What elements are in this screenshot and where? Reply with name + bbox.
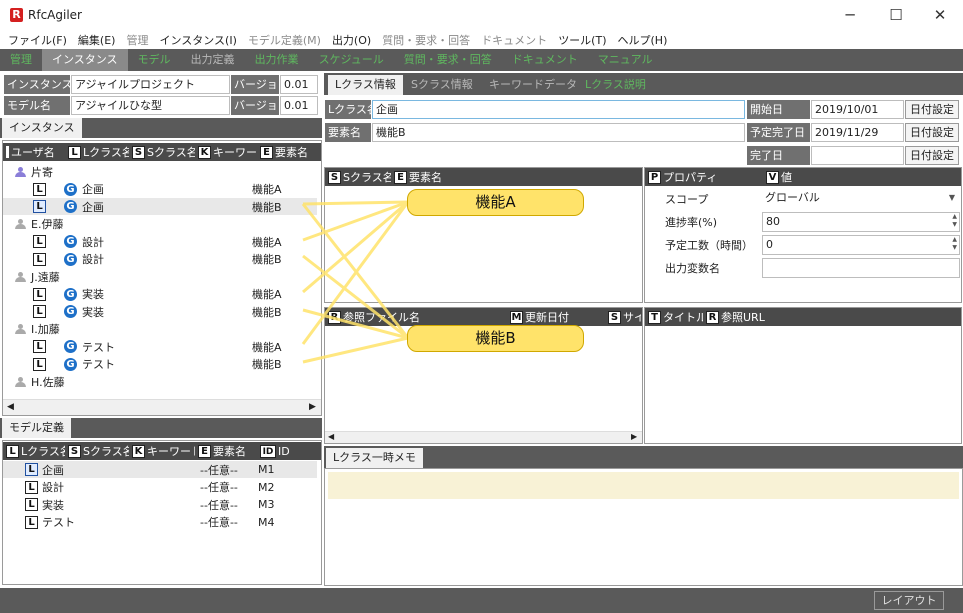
callout-feature-b: 機能B xyxy=(407,325,584,352)
layout-button[interactable]: レイアウト xyxy=(874,591,944,610)
status-bar: レイアウト xyxy=(0,588,963,613)
callout-feature-a: 機能A xyxy=(407,189,584,216)
connector-line xyxy=(302,336,409,364)
connector-line xyxy=(302,254,409,340)
connector-line xyxy=(302,200,409,206)
connector-lines xyxy=(301,200,410,364)
connector-line xyxy=(302,200,409,294)
